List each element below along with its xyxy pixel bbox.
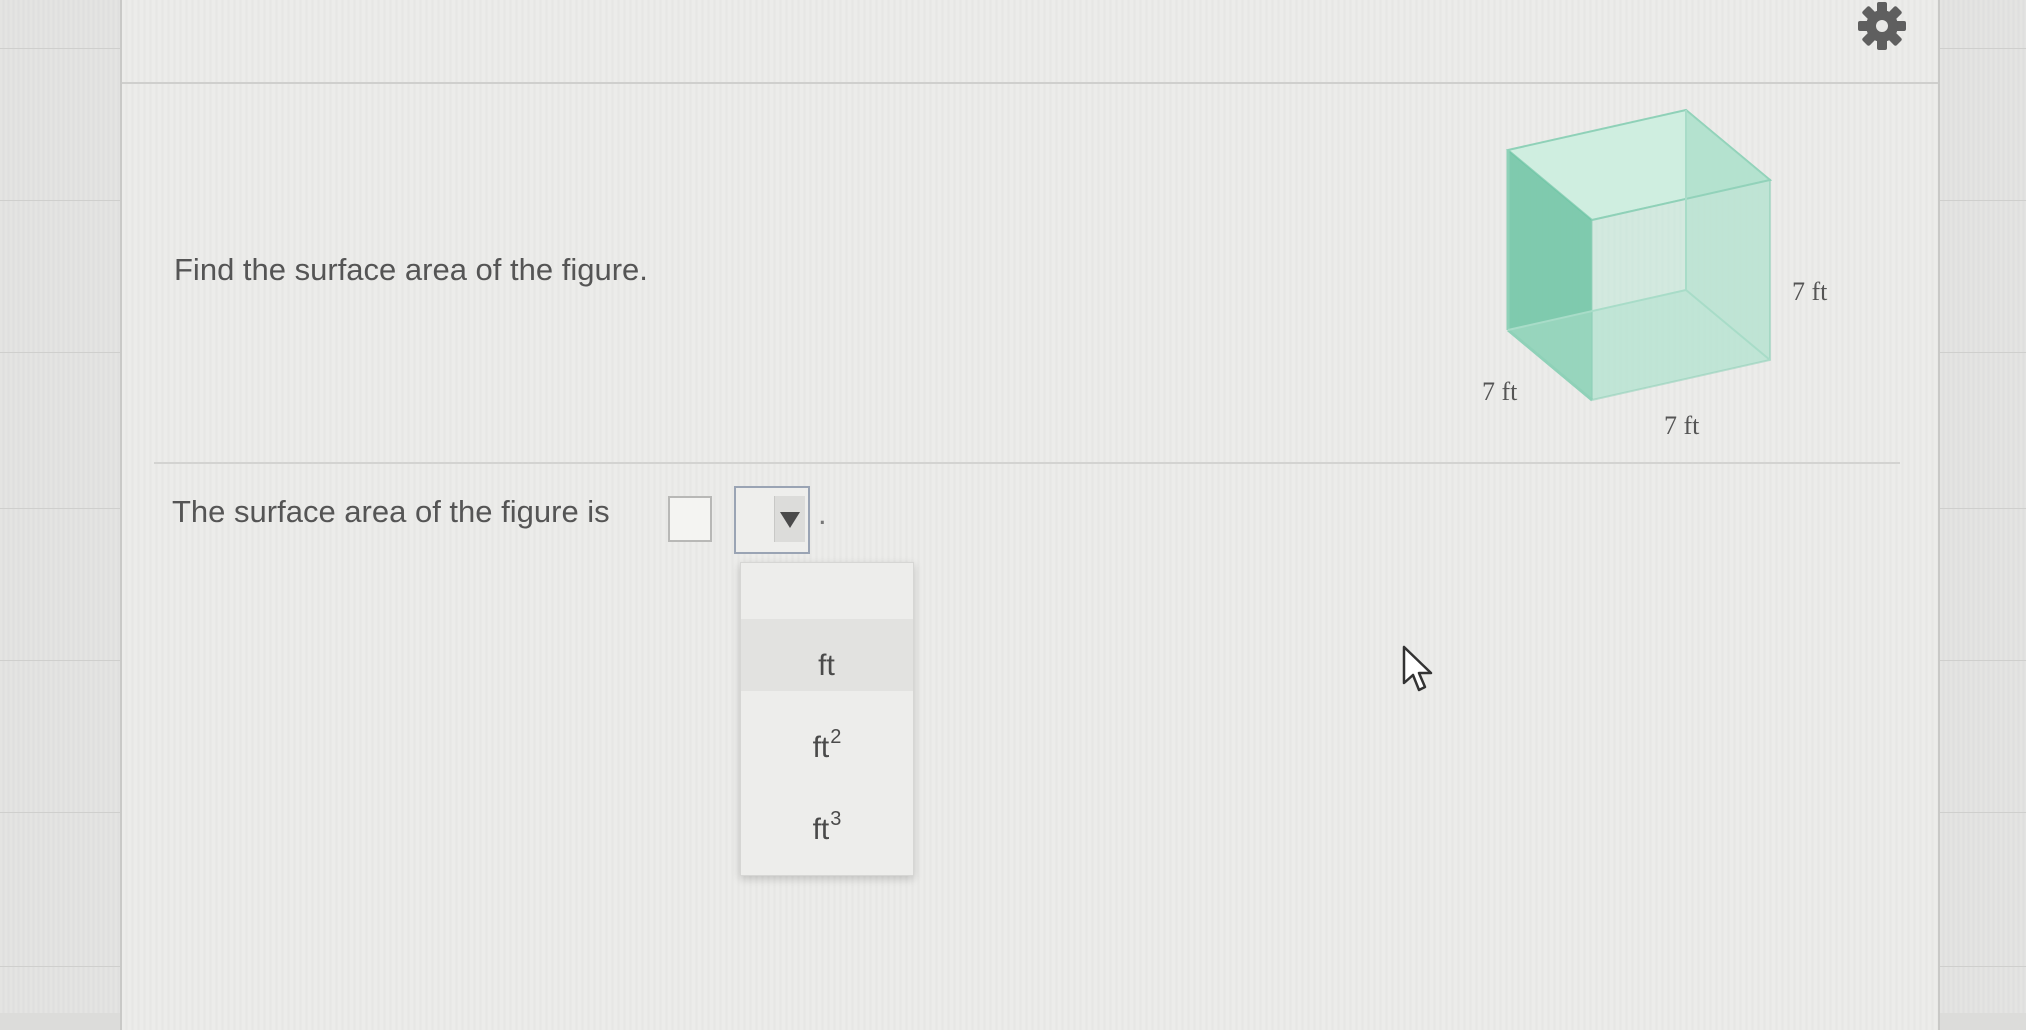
answer-sentence: The surface area of the figure is — [172, 494, 610, 529]
question-prompt: Find the surface area of the figure. — [174, 252, 648, 287]
cube-figure: 7 ft 7 ft 7 ft — [1482, 108, 1828, 440]
gear-icon[interactable] — [1852, 0, 1912, 56]
header-bar — [122, 0, 1938, 84]
question-panel: Find the surface area of the figure. 7 f… — [120, 0, 1940, 1030]
width-label: 7 ft — [1664, 411, 1700, 440]
answer-input[interactable] — [668, 496, 712, 542]
depth-label: 7 ft — [1482, 377, 1518, 406]
height-label: 7 ft — [1792, 277, 1828, 306]
mouse-cursor-icon — [1402, 645, 1433, 692]
unit-dropdown-menu: ft ft2 ft3 — [740, 562, 914, 876]
unit-option-ft3[interactable]: ft3 — [741, 783, 913, 855]
sentence-period: . — [818, 496, 827, 531]
unit-option-ft[interactable]: ft — [741, 619, 913, 691]
unit-dropdown[interactable] — [734, 486, 810, 554]
dropdown-arrow-icon[interactable] — [774, 496, 805, 542]
cube-front-face — [1591, 178, 1771, 402]
unit-option-ft2[interactable]: ft2 — [741, 701, 913, 773]
section-divider — [154, 462, 1900, 464]
